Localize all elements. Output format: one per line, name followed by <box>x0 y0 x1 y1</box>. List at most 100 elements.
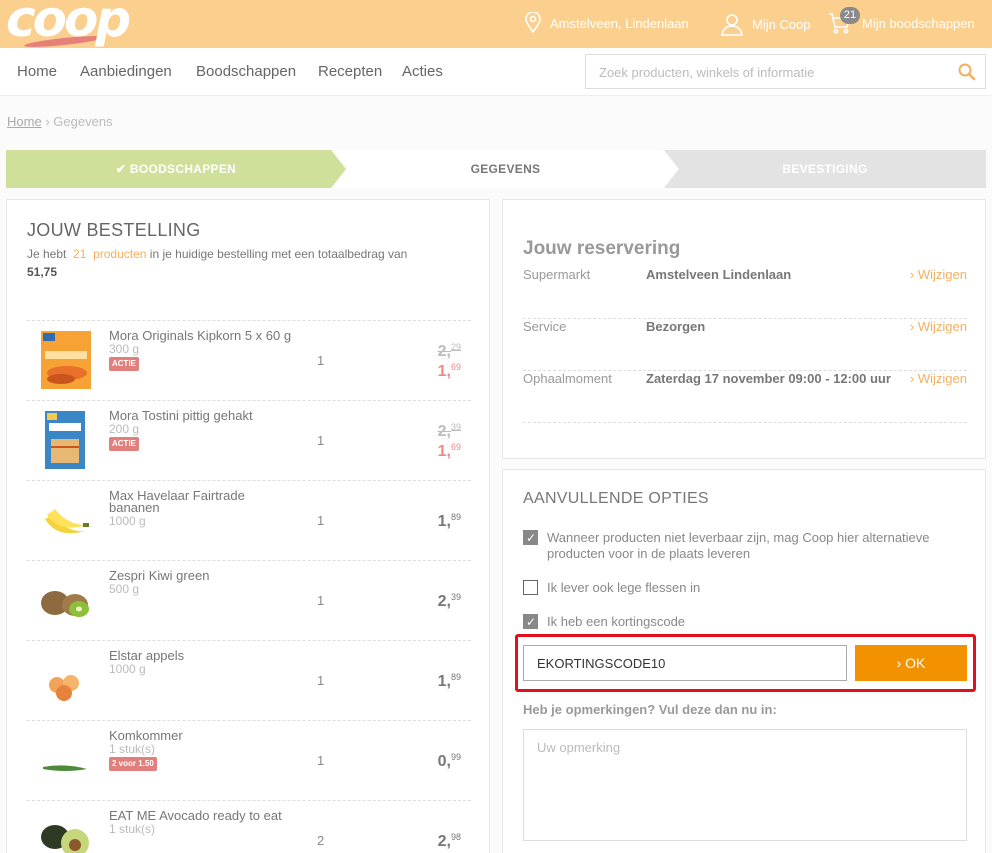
coop-logo[interactable]: coop <box>6 0 131 48</box>
price-dec: 39 <box>450 592 461 602</box>
item-price: 1,89 <box>437 672 461 691</box>
item-name-text: Zespri Kiwi green <box>109 568 210 583</box>
price-dec: 89 <box>450 672 461 682</box>
old-price-dec: 29 <box>450 342 461 352</box>
order-item-row: Komkommer 1 stuk(s) 2 voor 1.50 1 0,99 <box>27 720 471 800</box>
item-price: 2,39 <box>437 592 461 611</box>
item-old-price: 2,39 <box>438 422 461 441</box>
discount-checkbox[interactable] <box>523 614 538 630</box>
avocado-icon <box>41 825 89 853</box>
discount-code-input[interactable] <box>523 645 847 681</box>
nav-boodschappen[interactable]: Boodschappen <box>196 63 296 80</box>
search-input[interactable]: Zoek producten, winkels of informatie <box>585 54 986 89</box>
price-int: 1, <box>437 443 451 460</box>
summary-products-link[interactable]: producten <box>93 247 146 261</box>
price-dec: 69 <box>450 362 461 372</box>
bottles-label: Ik lever ook lege flessen in <box>547 580 701 595</box>
item-price: 2,98 <box>437 832 461 851</box>
promo-tag: ACTIE <box>109 437 139 451</box>
item-name: EAT ME Avocado ready to eat 1 stuk(s) <box>109 808 294 835</box>
old-price-int: 2, <box>437 343 451 360</box>
item-name-text: Mora Originals Kipkorn 5 x 60 g <box>109 328 292 343</box>
item-price: 1,89 <box>437 512 461 531</box>
alternatives-checkbox[interactable] <box>523 530 538 546</box>
row-value: Amstelveen Lindenlaan <box>646 267 792 282</box>
order-item-row: Mora Originals Kipkorn 5 x 60 g 300 g AC… <box>27 320 471 400</box>
reservation-panel: Jouw reservering Supermarkt Amstelveen L… <box>502 199 986 459</box>
item-size: 1 stuk(s) <box>109 742 156 756</box>
nav-recepten[interactable]: Recepten <box>318 63 382 80</box>
breadcrumb-home[interactable]: Home <box>7 114 42 129</box>
item-name: Max Havelaar Fairtrade bananen 1000 g <box>109 489 294 528</box>
price-int: 1, <box>437 673 451 690</box>
item-name-text: EAT ME Avocado ready to eat <box>109 808 282 823</box>
option-bottles: Ik lever ook lege flessen in <box>523 580 963 598</box>
price-int: 1, <box>437 363 451 380</box>
price-int: 2, <box>437 833 451 850</box>
cart-link[interactable]: 21 Mijn boodschappen <box>828 7 975 34</box>
reservation-row-supermarket: Supermarkt Amstelveen Lindenlaan › Wijzi… <box>523 267 967 319</box>
nav-aanbiedingen[interactable]: Aanbiedingen <box>80 63 172 80</box>
order-total: 51,75 <box>27 265 58 279</box>
price-int: 2, <box>437 593 451 610</box>
change-supermarket-link[interactable]: › Wijzigen <box>910 267 967 282</box>
nav-acties[interactable]: Acties <box>402 63 443 80</box>
item-old-price: 2,29 <box>437 342 461 361</box>
price-dec: 89 <box>450 512 461 522</box>
row-label: Service <box>523 319 567 334</box>
top-bar: coop Amstelveen, Lindenlaan Mijn Coop 21… <box>0 0 992 50</box>
kipkorn-box-icon <box>41 331 91 389</box>
order-title: JOUW BESTELLING <box>27 220 201 240</box>
apply-code-button[interactable]: › OK <box>855 645 967 681</box>
price-dec: 98 <box>450 832 461 842</box>
main-nav: Home Aanbiedingen Boodschappen Recepten … <box>0 48 992 96</box>
checkout-steps: ✔ BOODSCHAPPEN GEGEVENS BEVESTIGING <box>6 150 986 188</box>
reservation-title: Jouw reservering <box>523 238 681 259</box>
remarks-label: Heb je opmerkingen? Vul deze dan nu in: <box>523 702 777 717</box>
nav-home[interactable]: Home <box>17 63 57 80</box>
price-int: 0, <box>437 753 451 770</box>
search-icon[interactable] <box>958 63 976 81</box>
apples-icon <box>49 675 79 701</box>
order-item-row: Max Havelaar Fairtrade bananen 1000 g 1 … <box>27 480 471 560</box>
location-pin-icon <box>525 12 541 34</box>
search-placeholder: Zoek producten, winkels of informatie <box>599 65 815 80</box>
options-title: AANVULLENDE OPTIES <box>523 490 709 507</box>
options-panel: AANVULLENDE OPTIES Wanneer producten nie… <box>502 469 986 853</box>
my-coop-link[interactable]: Mijn Coop <box>720 12 811 36</box>
item-size: 500 g <box>109 582 140 596</box>
item-price: 0,99 <box>437 752 461 771</box>
order-summary: Je hebt 21 producten in je huidige beste… <box>27 245 467 281</box>
item-price: 1,69 <box>437 442 461 461</box>
item-qty: 1 <box>317 593 325 608</box>
old-price-dec: 39 <box>450 422 461 432</box>
reservation-row-timeslot: Ophaalmoment Zaterdag 17 november 09:00 … <box>523 371 967 423</box>
promo-tag: ACTIE <box>109 357 139 371</box>
change-timeslot-link[interactable]: › Wijzigen <box>910 371 967 386</box>
price-int: 1, <box>437 513 451 530</box>
item-name: Mora Originals Kipkorn 5 x 60 g 300 g AC… <box>109 328 294 371</box>
item-qty: 2 <box>317 833 325 848</box>
tostini-box-icon <box>45 411 85 469</box>
item-name: Elstar appels 1000 g <box>109 649 294 675</box>
kiwi-icon <box>41 591 89 617</box>
item-size: 1000 g <box>109 514 146 528</box>
store-location[interactable]: Amstelveen, Lindenlaan <box>524 12 689 34</box>
my-coop-label: Mijn Coop <box>752 16 811 32</box>
bottles-checkbox[interactable] <box>523 580 538 595</box>
remarks-textarea[interactable] <box>523 729 967 841</box>
user-icon <box>721 14 743 36</box>
order-panel: JOUW BESTELLING Je hebt 21 producten in … <box>6 199 490 853</box>
step-boodschappen[interactable]: ✔ BOODSCHAPPEN <box>6 150 346 188</box>
item-name: Mora Tostini pittig gehakt 200 g ACTIE <box>109 409 294 451</box>
cucumber-icon <box>43 765 87 771</box>
order-item-row: Zespri Kiwi green 500 g 1 2,39 <box>27 560 471 640</box>
item-size: 300 g <box>109 342 140 356</box>
option-alternatives: Wanneer producten niet leverbaar zijn, m… <box>523 530 963 564</box>
item-qty: 1 <box>317 353 325 368</box>
summary-post: in je huidige bestelling met een totaalb… <box>149 247 408 261</box>
cart-icon-wrap: 21 <box>828 7 860 34</box>
change-service-link[interactable]: › Wijzigen <box>910 319 967 334</box>
store-location-label: Amstelveen, Lindenlaan <box>550 15 689 31</box>
breadcrumb-separator: › <box>45 114 50 129</box>
